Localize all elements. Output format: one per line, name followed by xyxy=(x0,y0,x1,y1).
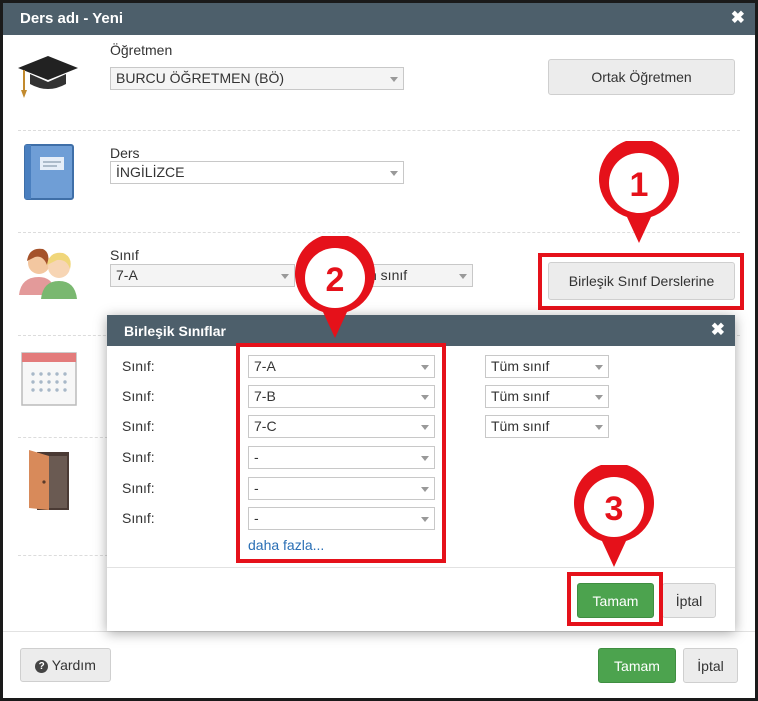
door-icon xyxy=(29,450,69,510)
section-divider xyxy=(18,130,740,131)
callout-pin-2: 2 xyxy=(295,236,375,338)
highlight-box-class-selects xyxy=(236,343,446,563)
combined-scope-value: Tüm sınıf xyxy=(491,418,550,434)
row-label: Sınıf: xyxy=(122,480,155,496)
subject-value: İNGİLİZCE xyxy=(116,164,185,180)
combined-dialog-titlebar: Birleşik Sınıflar ✖ xyxy=(107,315,735,346)
row-label: Sınıf: xyxy=(122,418,155,434)
combined-scope-value: Tüm sınıf xyxy=(491,358,550,374)
chevron-down-icon xyxy=(390,171,398,176)
calendar-icon xyxy=(21,352,77,406)
graduation-cap-icon xyxy=(18,56,78,98)
cancel-button[interactable]: İptal xyxy=(683,648,738,683)
callout-number: 3 xyxy=(605,490,624,528)
close-icon[interactable]: ✖ xyxy=(711,320,725,340)
shared-teacher-button[interactable]: Ortak Öğretmen xyxy=(548,59,735,95)
footer-divider xyxy=(3,631,755,632)
ok-button[interactable]: Tamam xyxy=(598,648,676,683)
dialog-title: Ders adı - Yeni xyxy=(20,10,124,27)
highlight-box-combined-button xyxy=(538,253,744,310)
students-icon xyxy=(19,248,77,299)
combined-scope-value: Tüm sınıf xyxy=(491,388,550,404)
chevron-down-icon xyxy=(595,395,603,400)
teacher-select[interactable]: BURCU ÖĞRETMEN (BÖ) xyxy=(110,67,404,90)
help-button[interactable]: ? Yardım xyxy=(20,648,111,682)
teacher-value: BURCU ÖĞRETMEN (BÖ) xyxy=(116,70,284,86)
row-label: Sınıf: xyxy=(122,388,155,404)
callout-number: 2 xyxy=(326,261,345,299)
combined-dialog-title: Birleşik Sınıflar xyxy=(124,323,226,339)
combined-cancel-button[interactable]: İptal xyxy=(662,583,716,618)
class-value: 7-A xyxy=(116,267,138,283)
class-select[interactable]: 7-A xyxy=(110,264,295,287)
subject-label: Ders xyxy=(110,145,140,161)
combined-scope-select[interactable]: Tüm sınıf xyxy=(485,385,609,408)
class-label: Sınıf xyxy=(110,247,139,263)
highlight-box-ok-button xyxy=(567,572,663,626)
chevron-down-icon xyxy=(595,365,603,370)
chevron-down-icon xyxy=(595,425,603,430)
teacher-label: Öğretmen xyxy=(110,42,173,58)
chevron-down-icon xyxy=(281,274,289,279)
row-label: Sınıf: xyxy=(122,510,155,526)
section-divider xyxy=(18,555,108,556)
question-circle-icon: ? xyxy=(35,660,49,673)
dialog-titlebar: Ders adı - Yeni ✖ xyxy=(3,3,755,35)
help-label: Yardım xyxy=(51,657,96,673)
combined-scope-select[interactable]: Tüm sınıf xyxy=(485,415,609,438)
chevron-down-icon xyxy=(390,77,398,82)
subject-select[interactable]: İNGİLİZCE xyxy=(110,161,404,184)
combined-scope-select[interactable]: Tüm sınıf xyxy=(485,355,609,378)
section-divider xyxy=(18,437,108,438)
callout-pin-3: 3 xyxy=(574,465,654,567)
callout-pin-1: 1 xyxy=(599,141,679,243)
close-icon[interactable]: ✖ xyxy=(731,8,745,28)
row-label: Sınıf: xyxy=(122,358,155,374)
chevron-down-icon xyxy=(459,274,467,279)
row-label: Sınıf: xyxy=(122,449,155,465)
book-icon xyxy=(24,144,74,200)
callout-number: 1 xyxy=(630,166,649,204)
